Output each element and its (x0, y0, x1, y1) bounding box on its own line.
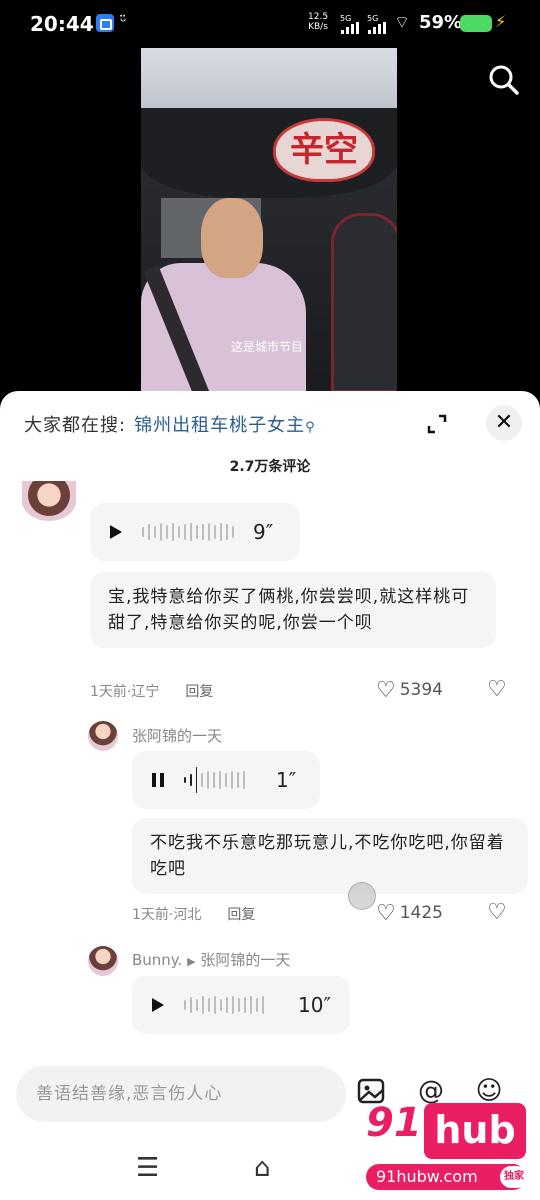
voice-message[interactable]: 10″ (132, 976, 350, 1034)
like-button[interactable]: ♡ 5394 (376, 678, 443, 703)
network-speed: 12.5 KB/s (308, 12, 329, 32)
hot-search-keyword[interactable]: 锦州出租车桃子女主 (134, 415, 305, 436)
like-button[interactable]: ♡ 1425 (376, 901, 443, 926)
comment-meta: 1天前·辽宁 回复 (90, 684, 214, 700)
username[interactable]: 张阿锦的一天 (132, 725, 222, 746)
status-bar: 20:44 ᵕ̈ 12.5 KB/s 5G 5G ⌔ 59% ⚡ (0, 0, 540, 48)
watermark-logo: 91 hub 91hubw.com 独家 (366, 1100, 536, 1196)
dislike-icon[interactable]: ♡ (487, 677, 507, 702)
heart-icon: ♡ (376, 901, 396, 926)
signal-icon-1 (341, 22, 361, 34)
search-icon (489, 65, 519, 95)
signal-icon-2 (368, 22, 388, 34)
dislike-icon[interactable]: ♡ (487, 900, 507, 925)
video-player[interactable]: 辛空 这是城市节目 (141, 48, 397, 393)
reply-arrow-icon: ▶ (187, 955, 196, 968)
transcript-text: 宝,我特意给你买了俩桃,你尝尝呗,就这样桃可甜了,特意给你买的呢,你尝一个呗 (90, 572, 496, 648)
comment-meta: 1天前·河北 回复 (132, 907, 256, 923)
play-icon[interactable] (110, 525, 122, 539)
comment-count: 2.7万条评论 (229, 459, 311, 475)
clock: 20:44 (30, 12, 94, 36)
username[interactable]: Bunny. ▶ 张阿锦的一天 (132, 949, 290, 970)
like-count: 5394 (399, 680, 443, 700)
expand-icon (427, 414, 447, 434)
waveform (142, 521, 234, 543)
wifi-icon: ⌔ (394, 13, 410, 33)
voice-duration: 9″ (253, 520, 274, 544)
close-icon: ✕ (494, 410, 514, 435)
video-subtitle: 这是城市节目 (231, 340, 304, 354)
avatar[interactable] (88, 721, 118, 751)
pause-icon[interactable] (152, 773, 164, 787)
heart-icon: ♡ (376, 678, 396, 703)
battery-percent: 59% (419, 12, 463, 33)
expand-button[interactable] (420, 407, 454, 441)
video-app-icon (96, 14, 114, 32)
home-icon[interactable]: ⌂ (254, 1153, 271, 1183)
search-button[interactable] (484, 60, 524, 100)
play-icon[interactable] (152, 998, 164, 1012)
waveform (184, 767, 245, 793)
car-seat (331, 213, 397, 393)
battery-icon (460, 15, 492, 32)
voice-duration: 1″ (276, 768, 297, 792)
charging-icon: ⚡ (495, 12, 507, 31)
avatar[interactable] (88, 946, 118, 976)
close-button[interactable]: ✕ (486, 405, 522, 441)
taxi-sign: 辛空 (273, 118, 375, 182)
reply-button[interactable]: 回复 (185, 684, 213, 700)
search-small-icon: ⚲ (305, 420, 316, 435)
person-head (201, 198, 263, 278)
touch-indicator (348, 882, 376, 910)
transcript-text: 不吃我不乐意吃那玩意儿,不吃你吃吧,你留着吃吧 (132, 818, 528, 894)
hot-search-prefix: 大家都在搜: (24, 415, 127, 436)
waveform (184, 994, 264, 1016)
comment-input[interactable]: 善语结善缘,恶言伤人心 (16, 1066, 346, 1122)
avatar[interactable] (22, 481, 76, 521)
menu-icon[interactable]: ☰ (136, 1153, 159, 1183)
voice-message[interactable]: 1″ (132, 751, 320, 809)
voice-duration: 10″ (298, 993, 331, 1017)
reply-button[interactable]: 回复 (227, 907, 255, 923)
like-count: 1425 (399, 903, 443, 923)
notification-icon: ᵕ̈ (120, 12, 127, 31)
hot-search[interactable]: 大家都在搜: 锦州出租车桃子女主⚲ (24, 411, 316, 437)
voice-message[interactable]: 9″ (90, 503, 300, 561)
